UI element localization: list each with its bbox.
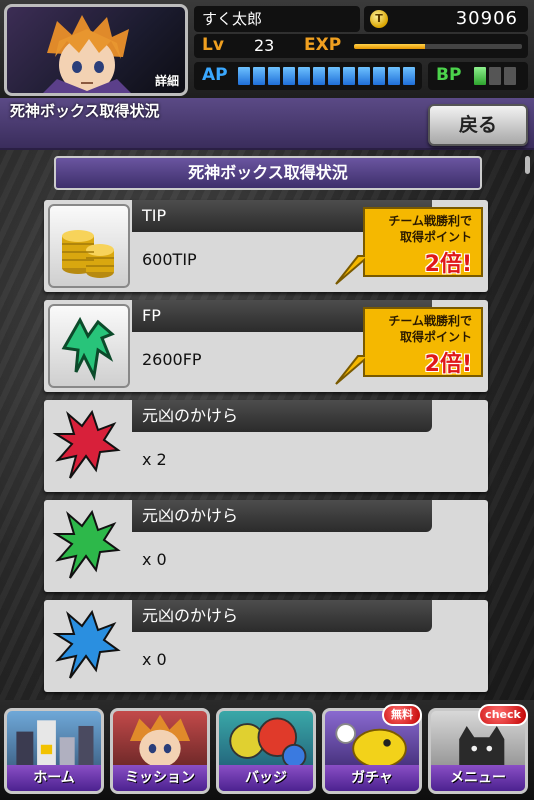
mission-icon (129, 714, 191, 768)
bottom-nav: ホーム ミッション バッジ ガチャ メニュー (0, 700, 534, 800)
double-points-badge: チーム戦勝利で 取得ポイント 2倍! (334, 306, 484, 386)
ap-segment (298, 67, 310, 85)
bonus-line1: チーム戦勝利で (388, 214, 472, 228)
nav-label: バッジ (219, 765, 313, 791)
ap-segment (313, 67, 325, 85)
exp-bar-fill (354, 44, 425, 49)
item-name: 元凶のかけら (132, 400, 432, 432)
nav-mission-button[interactable]: ミッション (110, 708, 210, 794)
detail-label: 詳細 (154, 74, 179, 88)
page-title: 死神ボックス取得状況 (10, 102, 160, 120)
bp-segment (474, 67, 486, 85)
bonus-line3: 2倍! (424, 252, 472, 277)
exp-bar (354, 44, 522, 49)
ap-segment (328, 67, 340, 85)
item-value: 2600FP (142, 350, 202, 369)
green-fragment-icon (48, 504, 130, 588)
list-item-tip: TIP 600TIP チーム戦勝利で 取得ポイント 2倍! (44, 200, 488, 292)
ap-segment (253, 67, 265, 85)
red-fragment-icon (48, 404, 130, 488)
item-value: x 2 (142, 450, 167, 469)
list-item-fragment-red: 元凶のかけら x 2 (44, 400, 488, 492)
coin-counter: T 30906 (364, 6, 528, 32)
bonus-line3: 2倍! (424, 352, 472, 377)
ap-segment (268, 67, 280, 85)
nav-label: ホーム (7, 765, 101, 791)
bonus-line2: 取得ポイント (399, 330, 472, 344)
bp-segments (474, 67, 516, 85)
back-button[interactable]: 戻る (428, 104, 528, 146)
ap-segment (388, 67, 400, 85)
home-icon (16, 720, 94, 770)
fp-arrow-icon (48, 304, 130, 388)
ap-segment (358, 67, 370, 85)
player-name: すく太郎 (194, 6, 360, 32)
ap-segment (283, 67, 295, 85)
coin-icon: T (370, 10, 388, 28)
bp-segment (489, 67, 501, 85)
bp-gauge: BP (428, 62, 528, 90)
bp-label: BP (436, 65, 462, 85)
coin-stack-icon (48, 204, 130, 288)
ap-segments (238, 67, 415, 85)
free-badge: 無料 (382, 704, 422, 726)
nav-label: ガチャ (325, 765, 419, 791)
level-label: Lv (202, 35, 224, 55)
list-item-fragment-blue: 元凶のかけら x 0 (44, 600, 488, 692)
list-item-fragment-green: 元凶のかけら x 0 (44, 500, 488, 592)
nav-badge-button[interactable]: バッジ (216, 708, 316, 794)
item-value: 600TIP (142, 250, 197, 269)
blue-fragment-icon (48, 604, 130, 688)
bonus-line1: チーム戦勝利で (388, 314, 472, 328)
level-value: 23 (254, 36, 275, 55)
nav-label: ミッション (113, 765, 207, 791)
bp-segment (504, 67, 516, 85)
ap-segment (373, 67, 385, 85)
double-points-badge: チーム戦勝利で 取得ポイント 2倍! (334, 206, 484, 286)
ap-gauge: AP (194, 62, 422, 90)
bonus-line2: 取得ポイント (399, 230, 472, 244)
status-header: 詳細 すく太郎 T 30906 Lv 23 EXP AP BP (0, 0, 534, 98)
ap-segment (403, 67, 415, 85)
item-name: 元凶のかけら (132, 500, 432, 532)
ap-label: AP (202, 65, 228, 85)
scrollbar-thumb[interactable] (525, 156, 530, 174)
coin-value: 30906 (455, 8, 518, 29)
ap-segment (238, 67, 250, 85)
list-item-fp: FP 2600FP チーム戦勝利で 取得ポイント 2倍! (44, 300, 488, 392)
item-value: x 0 (142, 550, 167, 569)
badge-icon (229, 717, 307, 769)
nav-home-button[interactable]: ホーム (4, 708, 104, 794)
level-exp-row: Lv 23 EXP (194, 34, 528, 58)
item-value: x 0 (142, 650, 167, 669)
section-heading: 死神ボックス取得状況 (54, 156, 482, 190)
check-badge: check (478, 704, 528, 726)
exp-label: EXP (304, 35, 342, 55)
player-avatar-button[interactable]: 詳細 (4, 4, 188, 96)
item-name: 元凶のかけら (132, 600, 432, 632)
avatar-icon (43, 15, 131, 93)
ap-segment (343, 67, 355, 85)
nav-label: メニュー (431, 765, 525, 791)
